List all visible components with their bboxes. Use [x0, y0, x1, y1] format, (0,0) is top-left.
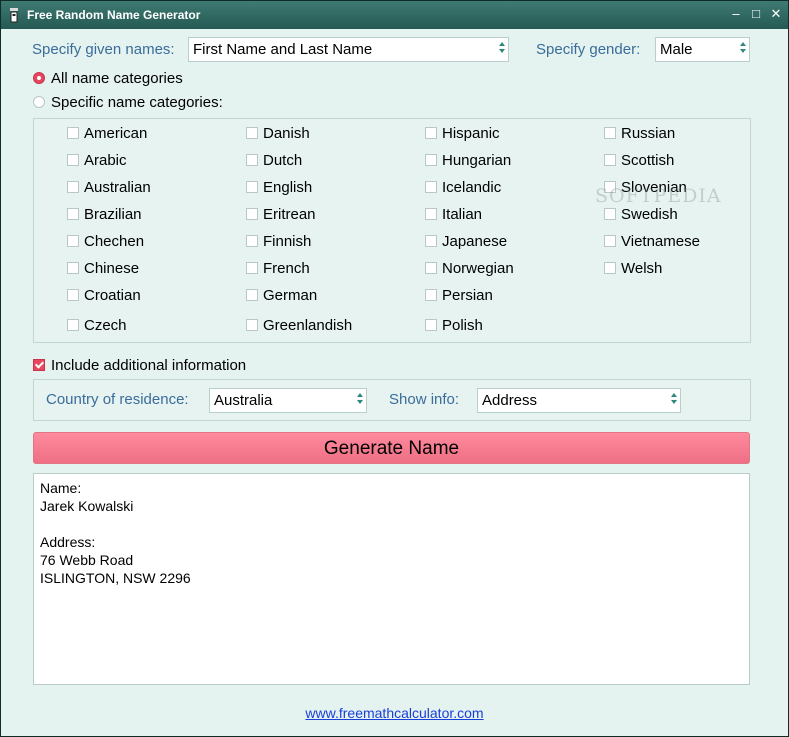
category-checkbox[interactable] — [425, 289, 437, 301]
category-label: Hispanic — [442, 125, 500, 142]
category-checkbox[interactable] — [425, 235, 437, 247]
close-button[interactable]: ✕ — [768, 6, 784, 22]
output-textarea[interactable]: Name: Jarek Kowalski Address: 76 Webb Road I… — [33, 473, 750, 685]
category-label: Czech — [84, 317, 127, 334]
category-checkbox[interactable] — [67, 319, 79, 331]
include-info-label: Include additional information — [51, 357, 247, 374]
category-checkbox[interactable] — [425, 262, 437, 274]
minimize-button[interactable]: – — [728, 6, 744, 22]
category-label: Danish — [263, 125, 310, 142]
category-label: French — [263, 260, 310, 277]
additional-info-panel: Country of residence: Australia Show inf… — [33, 379, 751, 421]
show-info-label: Show info: — [389, 391, 460, 408]
category-label: Chinese — [84, 260, 140, 277]
category-label: Finnish — [263, 233, 312, 250]
category-checkbox[interactable] — [67, 127, 79, 139]
softpedia-watermark: SOFTPEDIA — [595, 185, 722, 207]
country-spinner[interactable]: Australia — [209, 388, 367, 413]
show-info-spinner[interactable]: Address — [477, 388, 681, 413]
category-checkbox[interactable] — [604, 235, 616, 247]
category-label: Persian — [442, 287, 493, 304]
category-label: American — [84, 125, 148, 142]
category-checkbox[interactable] — [67, 289, 79, 301]
show-info-value: Address — [482, 392, 538, 409]
category-label: Dutch — [263, 152, 303, 169]
category-label: Welsh — [621, 260, 663, 277]
category-checkbox[interactable] — [67, 262, 79, 274]
specific-categories-radio[interactable] — [33, 96, 45, 108]
output-address-line1: 76 Webb Road — [40, 552, 134, 568]
title-bar[interactable]: Free Random Name Generator – □ ✕ — [1, 1, 788, 29]
output-name-heading: Name: — [40, 480, 82, 496]
app-window: Free Random Name Generator – □ ✕ Specify… — [0, 0, 789, 737]
category-label: Vietnamese — [621, 233, 700, 250]
window-title: Free Random Name Generator — [27, 8, 201, 22]
category-label: English — [263, 179, 313, 196]
client-area: Specify given names: First Name and Last… — [5, 29, 784, 734]
category-checkbox[interactable] — [604, 154, 616, 166]
category-checkbox[interactable] — [425, 154, 437, 166]
gender-spinner[interactable]: Male — [655, 37, 750, 62]
category-label: Australian — [84, 179, 151, 196]
app-icon — [10, 8, 18, 23]
category-checkbox[interactable] — [604, 208, 616, 220]
maximize-button[interactable]: □ — [748, 6, 764, 22]
category-label: Arabic — [84, 152, 127, 169]
category-checkbox[interactable] — [246, 289, 258, 301]
category-checkbox[interactable] — [246, 208, 258, 220]
category-label: Scottish — [621, 152, 675, 169]
all-categories-label: All name categories — [51, 70, 183, 87]
category-label: Croatian — [84, 287, 141, 304]
country-value: Australia — [214, 392, 273, 409]
category-label: German — [263, 287, 318, 304]
category-checkbox[interactable] — [604, 127, 616, 139]
category-checkbox[interactable] — [425, 181, 437, 193]
categories-panel: American Arabic Australian Brazilian Chechen… — [33, 118, 751, 343]
category-checkbox[interactable] — [67, 235, 79, 247]
category-checkbox[interactable] — [246, 235, 258, 247]
spinner-arrows-icon[interactable] — [739, 41, 747, 58]
spinner-arrows-icon[interactable] — [670, 392, 678, 409]
include-info-checkbox[interactable] — [33, 359, 45, 371]
category-checkbox[interactable] — [246, 154, 258, 166]
category-label: Italian — [442, 206, 483, 223]
category-label: Japanese — [442, 233, 508, 250]
category-checkbox[interactable] — [425, 208, 437, 220]
category-checkbox[interactable] — [604, 262, 616, 274]
category-label: Norwegian — [442, 260, 514, 277]
gender-label: Specify gender: — [536, 41, 641, 58]
website-link[interactable]: www.freemathcalculator.com — [5, 705, 784, 721]
spinner-arrows-icon[interactable] — [356, 392, 364, 409]
category-label: Swedish — [621, 206, 678, 223]
category-checkbox[interactable] — [67, 154, 79, 166]
category-checkbox[interactable] — [246, 319, 258, 331]
all-categories-radio[interactable] — [33, 72, 45, 84]
spinner-arrows-icon[interactable] — [498, 41, 506, 58]
gender-value: Male — [660, 41, 693, 58]
category-checkbox[interactable] — [246, 127, 258, 139]
category-checkbox[interactable] — [246, 181, 258, 193]
category-checkbox[interactable] — [67, 208, 79, 220]
category-label: Polish — [442, 317, 483, 334]
generate-name-button[interactable]: Generate Name — [33, 432, 750, 464]
category-checkbox[interactable] — [425, 319, 437, 331]
category-checkbox[interactable] — [425, 127, 437, 139]
category-label: Chechen — [84, 233, 145, 250]
country-label: Country of residence: — [46, 391, 189, 408]
category-label: Greenlandish — [263, 317, 353, 334]
specific-categories-label: Specific name categories: — [51, 94, 223, 111]
category-label: Hungarian — [442, 152, 512, 169]
given-names-value: First Name and Last Name — [193, 41, 373, 58]
output-address-heading: Address: — [40, 534, 96, 550]
category-label: Brazilian — [84, 206, 142, 223]
category-label: Russian — [621, 125, 676, 142]
category-label: Eritrean — [263, 206, 316, 223]
output-address-line2: ISLINGTON, NSW 2296 — [40, 570, 191, 586]
category-label: Icelandic — [442, 179, 502, 196]
given-names-spinner[interactable]: First Name and Last Name — [188, 37, 509, 62]
output-name-value: Jarek Kowalski — [40, 498, 134, 514]
given-names-label: Specify given names: — [32, 41, 175, 58]
category-checkbox[interactable] — [67, 181, 79, 193]
category-checkbox[interactable] — [246, 262, 258, 274]
